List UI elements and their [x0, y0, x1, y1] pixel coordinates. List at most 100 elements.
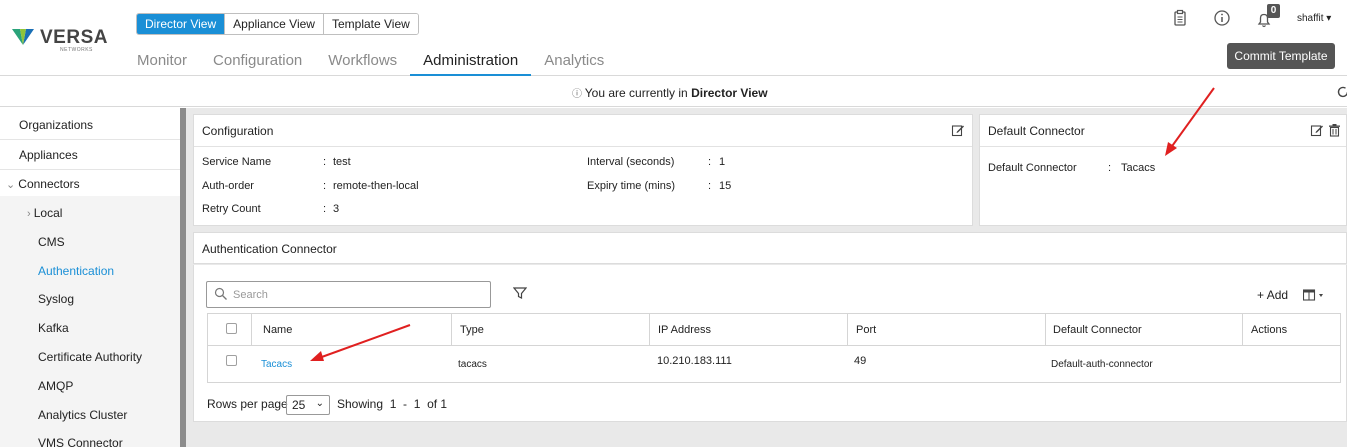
banner-view: Director View [691, 86, 768, 100]
colon: : [323, 203, 327, 215]
column-chooser-icon[interactable] [1303, 289, 1327, 301]
notification-badge: 0 [1267, 4, 1280, 18]
rows-per-page-value: 25 [292, 398, 306, 412]
connector-port: 49 [854, 355, 867, 367]
sidebar-item-syslog[interactable]: Syslog [38, 292, 74, 306]
expiry-time-value: 15 [719, 180, 732, 192]
clipboard-icon[interactable] [1171, 9, 1189, 27]
column-divider [847, 314, 848, 346]
connectors-table: Name Type IP Address Port Default Connec… [207, 313, 1341, 383]
default-connector-label: Default Connector [988, 162, 1077, 174]
sidebar-item-cms[interactable]: CMS [38, 235, 65, 249]
versa-logo: VERSA NETWORKS [10, 25, 110, 55]
search-input[interactable] [233, 287, 483, 303]
appliance-view-button[interactable]: Appliance View [225, 14, 324, 34]
authentication-connector-header: Authentication Connector [193, 232, 1347, 264]
showing-total: of 1 [427, 397, 448, 411]
showing-to: 1 [413, 397, 421, 411]
colon: : [1108, 162, 1112, 174]
chevron-down-icon: ⌄ [315, 398, 324, 409]
rows-per-page-label: Rows per page [207, 397, 288, 411]
director-view-button[interactable]: Director View [137, 14, 226, 34]
retry-count-value: 3 [333, 203, 340, 215]
sidebar-divider [0, 139, 180, 140]
sidebar: Organizations Appliances ⌄ Connectors › … [0, 108, 186, 447]
showing-label: Showing [337, 397, 384, 411]
sidebar-item-organizations[interactable]: Organizations [19, 118, 93, 132]
sidebar-item-appliances[interactable]: Appliances [19, 148, 78, 162]
row-checkbox[interactable] [226, 355, 237, 366]
table-header: Name Type IP Address Port Default Connec… [208, 314, 1340, 346]
nav-workflows[interactable]: Workflows [315, 52, 410, 76]
info-icon[interactable] [1213, 9, 1231, 27]
info-icon: ⓘ [572, 89, 585, 100]
panel-divider [980, 146, 1346, 147]
template-view-button[interactable]: Template View [323, 14, 418, 34]
column-divider [251, 314, 252, 346]
column-divider [1045, 314, 1046, 346]
retry-count-label: Retry Count [202, 203, 261, 215]
colon: : [708, 156, 712, 168]
column-header-default-connector[interactable]: Default Connector [1053, 324, 1142, 336]
auth-order-value: remote-then-local [333, 180, 419, 192]
column-header-actions: Actions [1251, 324, 1288, 336]
filter-icon[interactable] [513, 286, 527, 300]
sidebar-item-vms-connector[interactable]: VMS Connector [38, 436, 123, 447]
user-menu[interactable]: shaffit ▾ [1297, 13, 1331, 24]
sidebar-item-amqp[interactable]: AMQP [38, 379, 73, 393]
column-header-type[interactable]: Type [460, 324, 484, 336]
interval-value: 1 [719, 156, 726, 168]
connector-default: Default-auth-connector [1051, 359, 1153, 370]
nav-analytics[interactable]: Analytics [531, 52, 617, 76]
sidebar-item-certificate-authority[interactable]: Certificate Authority [38, 350, 142, 364]
nav-monitor[interactable]: Monitor [124, 52, 200, 76]
connector-ip: 10.210.183.111 [657, 355, 732, 367]
banner-prefix: You are currently in [584, 86, 692, 100]
caret-down-icon: ▾ [1323, 13, 1332, 24]
sidebar-item-kafka[interactable]: Kafka [38, 321, 69, 335]
default-connector-panel: Default Connector Default Connector : Ta… [979, 114, 1347, 226]
default-connector-value: Tacacs [1121, 162, 1156, 174]
chevron-right-icon: › [27, 208, 34, 220]
column-header-port[interactable]: Port [856, 324, 876, 336]
nav-configuration[interactable]: Configuration [200, 52, 315, 76]
add-button[interactable]: + Add [1257, 288, 1288, 302]
connector-name-link[interactable]: Tacacs [261, 359, 292, 370]
view-banner: ⓘ You are currently in Director View [0, 77, 1347, 107]
sidebar-divider [0, 169, 180, 170]
versa-logo-mark [12, 29, 34, 45]
select-all-checkbox[interactable] [226, 323, 237, 334]
configuration-panel: Configuration Service Name : test Auth-o… [193, 114, 973, 226]
sidebar-item-authentication[interactable]: Authentication [38, 264, 114, 278]
configuration-title: Configuration [202, 124, 274, 138]
sidebar-item-local[interactable]: › Local [27, 206, 62, 220]
column-divider [649, 314, 650, 346]
pagination-summary: Showing 1 - 1 of 1 [337, 397, 448, 411]
sidebar-item-connectors[interactable]: ⌄ Connectors [6, 177, 80, 191]
search-field[interactable] [206, 281, 491, 308]
column-divider [1242, 314, 1243, 346]
add-button-label: Add [1266, 288, 1289, 302]
colon: : [323, 180, 327, 192]
logo-subtitle: NETWORKS [60, 47, 93, 53]
refresh-icon[interactable] [1336, 85, 1347, 99]
sidebar-item-analytics-cluster[interactable]: Analytics Cluster [38, 408, 127, 422]
view-toggle: Director View Appliance View Template Vi… [136, 13, 419, 35]
rows-per-page-select[interactable]: 25 ⌄ [286, 395, 330, 415]
showing-from: 1 [389, 397, 397, 411]
commit-template-button[interactable]: Commit Template [1227, 43, 1335, 69]
banner-text: ⓘ You are currently in Director View [572, 85, 768, 100]
interval-label: Interval (seconds) [587, 156, 675, 168]
main-content: Configuration Service Name : test Auth-o… [186, 108, 1347, 447]
sidebar-item-label: Local [33, 206, 63, 220]
trash-icon[interactable] [1328, 123, 1341, 137]
edit-icon[interactable] [951, 123, 965, 137]
main-nav: Monitor Configuration Workflows Administ… [124, 52, 617, 76]
nav-administration[interactable]: Administration [410, 52, 532, 76]
service-name-label: Service Name [202, 156, 272, 168]
service-name-value: test [333, 156, 351, 168]
search-icon [214, 287, 227, 300]
column-header-name[interactable]: Name [263, 324, 292, 336]
column-header-ip-address[interactable]: IP Address [658, 324, 711, 336]
edit-icon[interactable] [1310, 123, 1324, 137]
